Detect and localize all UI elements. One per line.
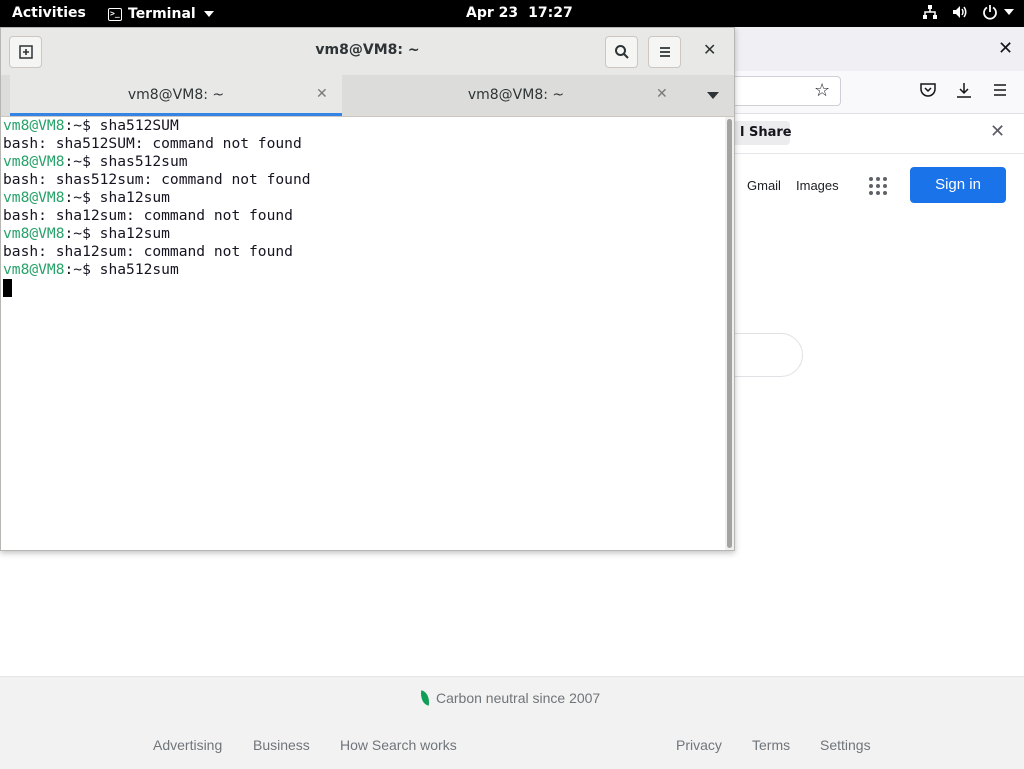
output-text: bash: sha12sum: command not found bbox=[3, 243, 293, 260]
volume-icon bbox=[953, 6, 967, 18]
hamburger-menu-icon[interactable] bbox=[991, 81, 1009, 99]
network-icon bbox=[923, 5, 937, 19]
page-footer: Carbon neutral since 2007 Advertising Bu… bbox=[0, 676, 1024, 769]
privacy-link[interactable]: Privacy bbox=[676, 737, 722, 753]
output-text: bash: shas512sum: command not found bbox=[3, 171, 311, 188]
close-icon[interactable]: ✕ bbox=[656, 86, 668, 102]
prompt-user-host: vm8@VM8 bbox=[3, 117, 65, 134]
prompt-suffix: :~$ bbox=[64, 117, 100, 134]
hamburger-menu-button[interactable] bbox=[648, 36, 681, 68]
app-menu-button[interactable]: >_ Terminal bbox=[108, 4, 214, 24]
close-icon[interactable]: ✕ bbox=[316, 86, 328, 102]
terms-link[interactable]: Terms bbox=[752, 737, 790, 753]
chevron-down-icon bbox=[1004, 9, 1014, 15]
terminal-window: vm8@VM8: ~ ✕ vm8@VM8: ~ ✕ vm8@VM8: ~ ✕ v… bbox=[0, 27, 735, 551]
search-icon bbox=[614, 45, 629, 59]
gmail-link[interactable]: Gmail bbox=[747, 178, 781, 193]
clock-date: Apr 23 bbox=[466, 5, 519, 21]
system-tray[interactable] bbox=[922, 4, 1014, 20]
close-icon[interactable]: ✕ bbox=[703, 40, 716, 59]
terminal-icon: >_ bbox=[108, 7, 122, 21]
prompt-user-host: vm8@VM8 bbox=[3, 189, 65, 206]
advertising-link[interactable]: Advertising bbox=[153, 737, 222, 753]
tab-label: vm8@VM8: ~ bbox=[127, 87, 225, 103]
bookmark-star-icon[interactable]: ☆ bbox=[814, 80, 830, 101]
power-menu[interactable] bbox=[982, 4, 1014, 20]
active-tab-indicator bbox=[10, 113, 342, 116]
app-menu-label: Terminal bbox=[128, 6, 196, 22]
terminal-line: bash: shas512sum: command not found bbox=[1, 171, 724, 189]
prompt-suffix: :~$ bbox=[64, 225, 100, 242]
terminal-tab-bar: vm8@VM8: ~ ✕ vm8@VM8: ~ ✕ bbox=[1, 75, 734, 117]
command-text: sha12sum bbox=[99, 225, 170, 242]
share-button[interactable]: l Share bbox=[730, 121, 792, 145]
terminal-line: bash: sha12sum: command not found bbox=[1, 207, 724, 225]
tab-1[interactable]: vm8@VM8: ~ ✕ bbox=[10, 75, 342, 116]
prompt-suffix: :~$ bbox=[64, 189, 100, 206]
scrollbar-thumb[interactable] bbox=[727, 119, 732, 548]
output-text: bash: sha512SUM: command not found bbox=[3, 135, 302, 152]
settings-link[interactable]: Settings bbox=[820, 737, 871, 753]
terminal-line: bash: sha12sum: command not found bbox=[1, 243, 724, 261]
tab-label: vm8@VM8: ~ bbox=[467, 87, 565, 103]
output-text: bash: sha12sum: command not found bbox=[3, 207, 293, 224]
close-icon[interactable]: ✕ bbox=[998, 38, 1013, 59]
terminal-output[interactable]: vm8@VM8:~$ sha512SUM bash: sha512SUM: com… bbox=[1, 117, 724, 550]
clock-time: 17:27 bbox=[528, 5, 573, 21]
activities-button[interactable]: Activities bbox=[12, 5, 86, 21]
prompt-suffix: :~$ bbox=[64, 261, 100, 278]
sign-in-button[interactable]: Sign in bbox=[910, 167, 1006, 203]
search-button[interactable] bbox=[605, 36, 638, 68]
command-text: shas512sum bbox=[99, 153, 188, 170]
images-link[interactable]: Images bbox=[796, 178, 839, 193]
text-cursor bbox=[3, 279, 12, 297]
gnome-top-bar: Activities >_ Terminal Apr 23 17:27 bbox=[0, 0, 1024, 27]
chevron-down-icon bbox=[203, 11, 214, 17]
prompt-user-host: vm8@VM8 bbox=[3, 225, 65, 242]
downloads-icon[interactable] bbox=[955, 81, 973, 99]
command-text: sha12sum bbox=[99, 189, 170, 206]
tab-2[interactable]: vm8@VM8: ~ ✕ bbox=[350, 75, 682, 116]
terminal-header-bar: vm8@VM8: ~ ✕ bbox=[1, 28, 734, 76]
apps-grid-icon[interactable] bbox=[869, 177, 887, 195]
terminal-line: vm8@VM8:~$ shas512sum bbox=[1, 153, 724, 171]
prompt-suffix: :~$ bbox=[64, 153, 100, 170]
pocket-icon[interactable] bbox=[919, 81, 937, 99]
terminal-line: vm8@VM8:~$ sha12sum bbox=[1, 225, 724, 243]
prompt-user-host: vm8@VM8 bbox=[3, 153, 65, 170]
terminal-line: bash: sha512SUM: command not found bbox=[1, 135, 724, 153]
business-link[interactable]: Business bbox=[253, 737, 310, 753]
command-text: sha512SUM bbox=[99, 117, 179, 134]
how-search-works-link[interactable]: How Search works bbox=[340, 737, 457, 753]
terminal-line: vm8@VM8:~$ sha12sum bbox=[1, 189, 724, 207]
carbon-neutral-text: Carbon neutral since 2007 bbox=[436, 690, 601, 706]
prompt-user-host: vm8@VM8 bbox=[3, 261, 65, 278]
terminal-line: vm8@VM8:~$ sha512SUM bbox=[1, 117, 724, 135]
scrollbar[interactable] bbox=[725, 117, 734, 550]
terminal-line: vm8@VM8:~$ sha512sum bbox=[1, 261, 724, 279]
close-icon[interactable]: ✕ bbox=[990, 121, 1005, 142]
hamburger-menu-icon bbox=[659, 47, 670, 57]
leaf-icon bbox=[418, 690, 432, 706]
command-text: sha512sum bbox=[99, 261, 179, 278]
tab-list-dropdown-icon[interactable] bbox=[707, 92, 719, 99]
power-icon bbox=[983, 5, 997, 20]
carbon-neutral-note: Carbon neutral since 2007 bbox=[418, 690, 601, 706]
clock-button[interactable]: Apr 23 17:27 bbox=[466, 5, 573, 21]
